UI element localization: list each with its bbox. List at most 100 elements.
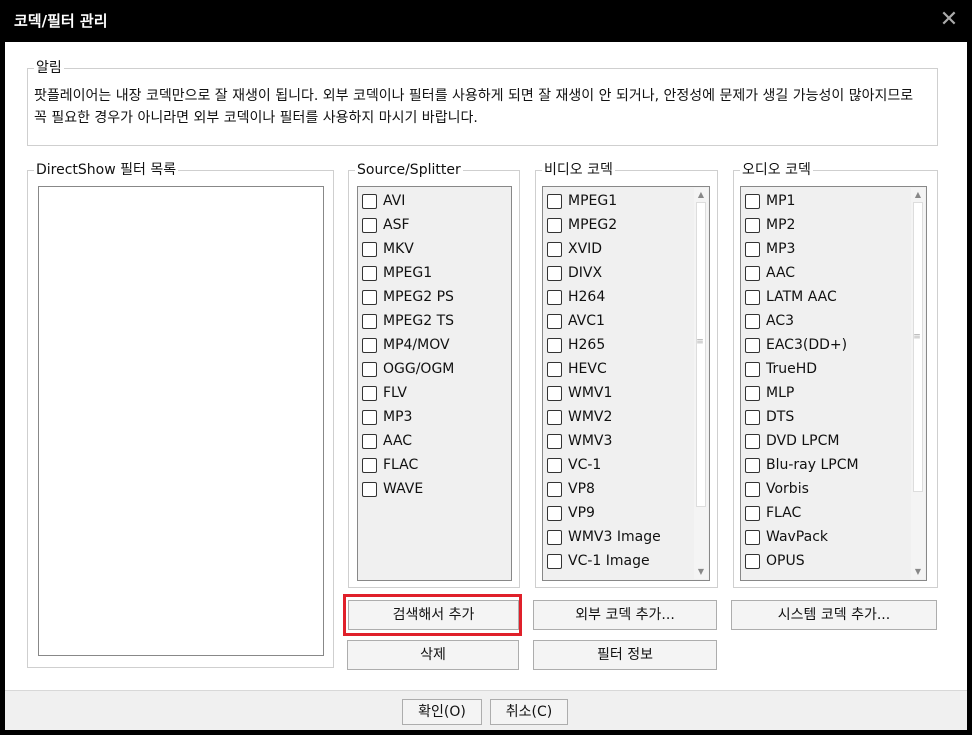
checkbox[interactable] — [362, 313, 377, 329]
video-codec-item[interactable]: XVID — [547, 237, 602, 261]
scroll-up-icon[interactable]: ▲ — [694, 188, 708, 202]
checkbox[interactable] — [362, 217, 377, 233]
checkbox[interactable] — [745, 217, 760, 233]
source-splitter-item[interactable]: MP4/MOV — [362, 333, 450, 357]
checkbox[interactable] — [547, 409, 562, 425]
video-codec-item[interactable]: WMV3 Image — [547, 525, 661, 549]
audio-codec-item[interactable]: AC3 — [745, 309, 794, 333]
source-splitter-item[interactable]: AVI — [362, 189, 405, 213]
ok-button[interactable]: 확인(O) — [402, 699, 482, 725]
audio-codec-item[interactable]: LATM AAC — [745, 285, 837, 309]
source-splitter-item[interactable]: OGG/OGM — [362, 357, 454, 381]
video-codec-item[interactable]: MPEG1 — [547, 189, 617, 213]
checkbox[interactable] — [362, 433, 377, 449]
checkbox[interactable] — [547, 313, 562, 329]
checkbox[interactable] — [745, 409, 760, 425]
checkbox[interactable] — [745, 313, 760, 329]
source-splitter-item[interactable]: WAVE — [362, 477, 423, 501]
video-codec-item[interactable]: MPEG2 — [547, 213, 617, 237]
system-codec-add-button[interactable]: 시스템 코덱 추가... — [731, 600, 937, 630]
checkbox[interactable] — [745, 241, 760, 257]
video-codec-item[interactable]: VP8 — [547, 477, 595, 501]
audio-codec-item[interactable]: FLAC — [745, 501, 801, 525]
checkbox[interactable] — [745, 481, 760, 497]
audio-codec-list[interactable]: ▲ ≡ ▼ MP1 MP2 MP3 AAC LATM AAC AC3 EAC3(DD+) Tr… — [740, 186, 927, 581]
source-splitter-item[interactable]: MKV — [362, 237, 414, 261]
audio-codec-item[interactable]: AAC — [745, 261, 795, 285]
checkbox[interactable] — [362, 409, 377, 425]
checkbox[interactable] — [547, 265, 562, 281]
checkbox[interactable] — [547, 337, 562, 353]
source-splitter-item[interactable]: FLAC — [362, 453, 418, 477]
checkbox[interactable] — [745, 553, 760, 569]
checkbox[interactable] — [362, 193, 377, 209]
video-codec-item[interactable]: WMV1 — [547, 381, 612, 405]
source-splitter-item[interactable]: FLV — [362, 381, 407, 405]
scroll-up-icon[interactable]: ▲ — [911, 188, 925, 202]
checkbox[interactable] — [362, 265, 377, 281]
checkbox[interactable] — [362, 337, 377, 353]
checkbox[interactable] — [547, 361, 562, 377]
audio-codec-item[interactable]: MP1 — [745, 189, 795, 213]
audio-codec-item[interactable]: Vorbis — [745, 477, 809, 501]
video-codec-item[interactable]: VP9 — [547, 501, 595, 525]
audio-codec-item[interactable]: MP2 — [745, 213, 795, 237]
checkbox[interactable] — [547, 433, 562, 449]
audio-codec-item[interactable]: WavPack — [745, 525, 828, 549]
audio-codec-item[interactable]: Blu-ray LPCM — [745, 453, 859, 477]
checkbox[interactable] — [547, 385, 562, 401]
video-codec-scrollbar[interactable]: ▲ ≡ ▼ — [694, 188, 708, 579]
checkbox[interactable] — [362, 241, 377, 257]
checkbox[interactable] — [745, 337, 760, 353]
source-splitter-item[interactable]: ASF — [362, 213, 410, 237]
checkbox[interactable] — [547, 241, 562, 257]
checkbox[interactable] — [362, 385, 377, 401]
scroll-thumb[interactable] — [696, 202, 706, 507]
delete-button[interactable]: 삭제 — [347, 640, 519, 670]
checkbox[interactable] — [547, 505, 562, 521]
video-codec-item[interactable]: HEVC — [547, 357, 607, 381]
source-splitter-list[interactable]: AVI ASF MKV MPEG1 MPEG2 PS MPEG2 TS MP4/MOV OGG… — [357, 186, 512, 581]
audio-codec-item[interactable]: TrueHD — [745, 357, 817, 381]
audio-codec-item[interactable]: OPUS — [745, 549, 805, 573]
scroll-thumb[interactable] — [913, 202, 923, 492]
scroll-down-icon[interactable]: ▼ — [694, 565, 708, 579]
checkbox[interactable] — [745, 361, 760, 377]
video-codec-item[interactable]: WMV2 — [547, 405, 612, 429]
video-codec-item[interactable]: H264 — [547, 285, 605, 309]
checkbox[interactable] — [547, 529, 562, 545]
checkbox[interactable] — [547, 481, 562, 497]
close-icon[interactable]: ✕ — [934, 5, 964, 35]
video-codec-item[interactable]: VC-1 — [547, 453, 601, 477]
scroll-down-icon[interactable]: ▼ — [911, 565, 925, 579]
checkbox[interactable] — [745, 505, 760, 521]
audio-codec-item[interactable]: DVD LPCM — [745, 429, 839, 453]
cancel-button[interactable]: 취소(C) — [490, 699, 568, 725]
audio-codec-item[interactable]: EAC3(DD+) — [745, 333, 847, 357]
checkbox[interactable] — [362, 361, 377, 377]
directshow-filter-list[interactable] — [38, 186, 324, 656]
video-codec-list[interactable]: ▲ ≡ ▼ MPEG1 MPEG2 XVID DIVX H264 AVC1 H265 HEVC… — [542, 186, 710, 581]
source-splitter-item[interactable]: MPEG2 TS — [362, 309, 454, 333]
checkbox[interactable] — [547, 553, 562, 569]
checkbox[interactable] — [745, 385, 760, 401]
checkbox[interactable] — [362, 457, 377, 473]
video-codec-item[interactable]: DIVX — [547, 261, 602, 285]
checkbox[interactable] — [547, 217, 562, 233]
source-splitter-item[interactable]: AAC — [362, 429, 412, 453]
checkbox[interactable] — [745, 193, 760, 209]
checkbox[interactable] — [362, 289, 377, 305]
filter-info-button[interactable]: 필터 정보 — [533, 640, 717, 670]
title-bar[interactable]: 코덱/필터 관리 ✕ — [0, 0, 972, 42]
checkbox[interactable] — [745, 433, 760, 449]
video-codec-item[interactable]: AVC1 — [547, 309, 605, 333]
source-splitter-item[interactable]: MPEG2 PS — [362, 285, 454, 309]
video-codec-item[interactable]: H265 — [547, 333, 605, 357]
video-codec-item[interactable]: VC-1 Image — [547, 549, 650, 573]
source-splitter-item[interactable]: MP3 — [362, 405, 412, 429]
checkbox[interactable] — [547, 457, 562, 473]
checkbox[interactable] — [547, 289, 562, 305]
checkbox[interactable] — [745, 529, 760, 545]
checkbox[interactable] — [745, 289, 760, 305]
checkbox[interactable] — [745, 457, 760, 473]
